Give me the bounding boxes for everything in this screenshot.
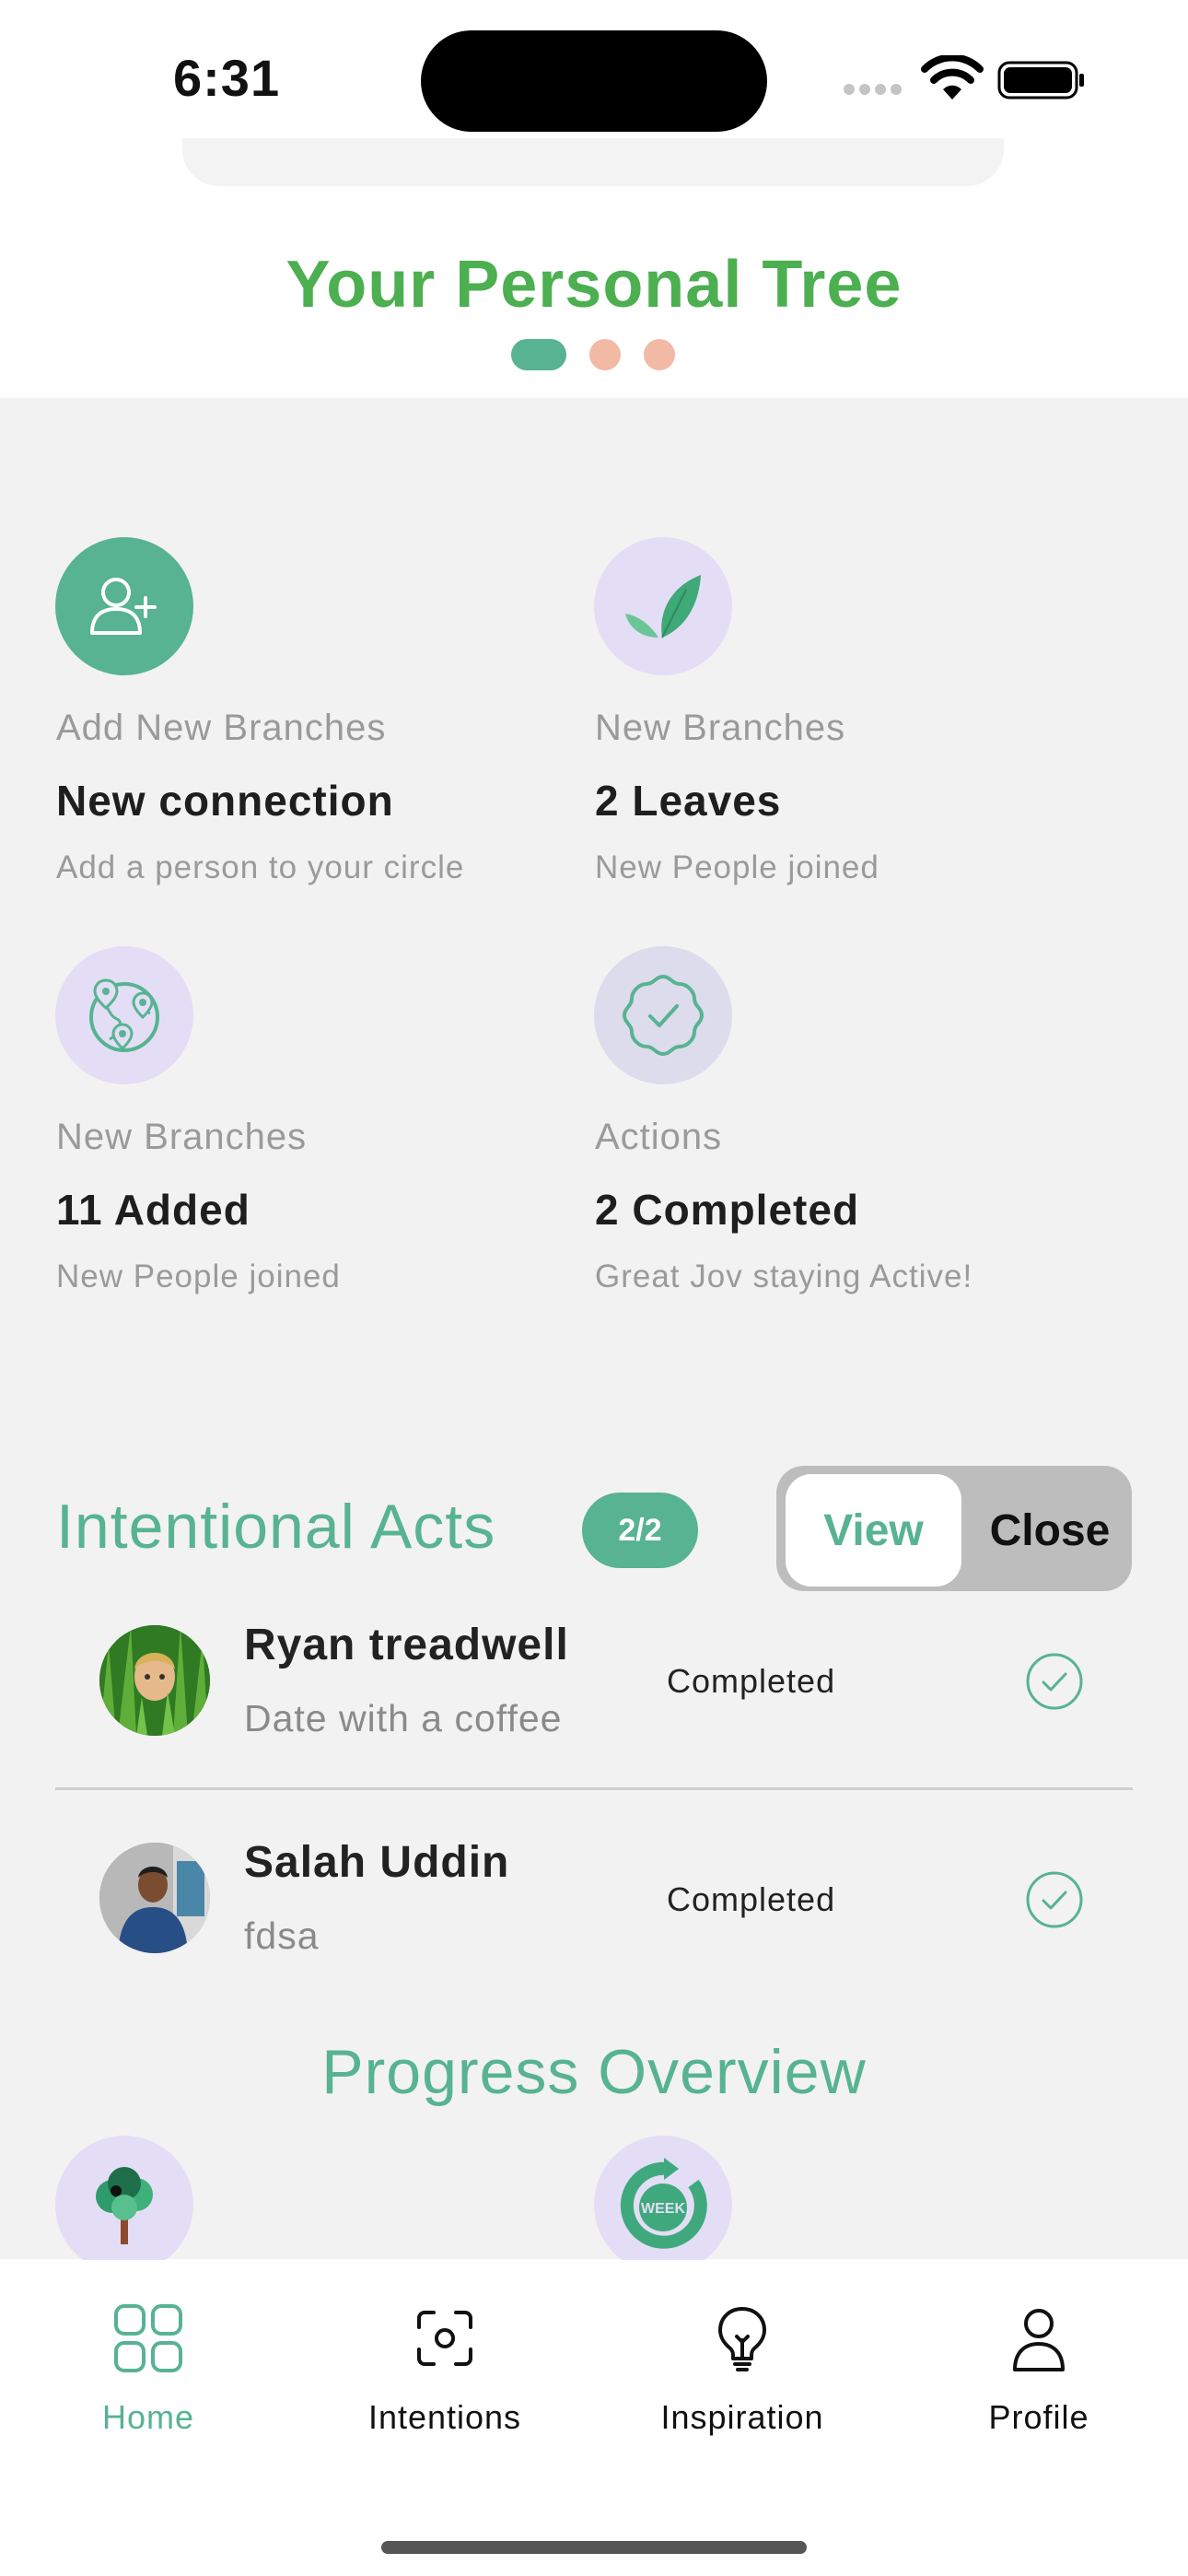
add-user-icon — [90, 578, 157, 635]
content-area — [0, 398, 1188, 2259]
status-time: 6:31 — [173, 49, 281, 107]
tab-intentions[interactable]: Intentions — [334, 2303, 555, 2437]
new-branches-stat — [594, 537, 732, 675]
home-indicator[interactable] — [381, 2541, 807, 2554]
progress-overview-title: Progress Overview — [321, 2037, 867, 2107]
tab-profile[interactable]: Profile — [928, 2303, 1149, 2437]
scan-icon — [417, 2311, 472, 2366]
tab-label: Inspiration — [660, 2398, 824, 2436]
avatar — [99, 1625, 210, 1736]
act-person-name: Ryan treadwell — [244, 1621, 569, 1669]
page-indicator-active[interactable] — [511, 339, 566, 370]
tab-label: Profile — [988, 2398, 1089, 2436]
battery-icon — [997, 61, 1084, 100]
avatar — [99, 1843, 210, 1953]
globe-pins-icon — [89, 978, 159, 1052]
tree-progress-circle — [55, 2136, 193, 2274]
stat-subtitle: New People joined — [595, 849, 879, 885]
check-circle-icon[interactable] — [1025, 1870, 1084, 1929]
act-person-name: Salah Uddin — [244, 1838, 510, 1887]
tab-label: Intentions — [367, 2398, 522, 2436]
stat-label: Actions — [595, 1117, 723, 1157]
actions-stat — [594, 946, 732, 1084]
stat-label: New Branches — [56, 1117, 308, 1157]
act-description: fdsa — [244, 1914, 320, 1957]
view-button[interactable]: View — [786, 1474, 961, 1587]
add-branch-button[interactable] — [55, 537, 193, 675]
act-status: Completed — [667, 1662, 836, 1700]
dynamic-island — [421, 30, 767, 132]
lightbulb-icon — [718, 2307, 766, 2371]
stat-subtitle: New People joined — [56, 1259, 341, 1294]
stat-value: New connection — [56, 777, 394, 825]
week-badge-text: WEEK — [641, 2201, 685, 2217]
tab-inspiration[interactable]: Inspiration — [632, 2303, 853, 2437]
week-cycle-icon: WEEK — [620, 2158, 707, 2249]
tab-label: Home — [101, 2398, 195, 2436]
search-bar-remnant[interactable] — [182, 138, 1004, 186]
page-indicator-dot[interactable] — [589, 339, 621, 370]
list-divider — [55, 1787, 1133, 1790]
stat-subtitle: Add a person to your circle — [56, 849, 465, 885]
act-status: Completed — [667, 1880, 836, 1918]
stat-value: 2 Leaves — [595, 777, 782, 825]
grid-icon — [114, 2304, 182, 2372]
cellular-signal-icon — [844, 84, 902, 95]
stat-subtitle: Great Jov staying Active! — [595, 1259, 973, 1294]
stat-label: New Branches — [595, 708, 846, 748]
added-branches-stat — [55, 946, 193, 1084]
page-title: Your Personal Tree — [285, 248, 903, 322]
intentional-acts-title: Intentional Acts — [56, 1492, 496, 1562]
wifi-icon — [921, 55, 984, 100]
stat-label: Add New Branches — [56, 708, 387, 748]
tab-home[interactable]: Home — [38, 2303, 259, 2437]
close-button[interactable]: Close — [967, 1474, 1133, 1587]
week-progress-circle: WEEK — [594, 2136, 732, 2274]
person-icon — [1013, 2309, 1065, 2371]
badge-check-icon — [622, 974, 705, 1057]
page-indicator-dot[interactable] — [644, 339, 675, 370]
acts-count-badge: 2/2 — [582, 1493, 698, 1568]
stat-value: 11 Added — [56, 1186, 250, 1234]
leaf-icon — [625, 575, 701, 638]
tree-icon — [96, 2167, 153, 2244]
act-description: Date with a coffee — [244, 1697, 563, 1739]
check-circle-icon[interactable] — [1025, 1652, 1084, 1711]
stat-value: 2 Completed — [595, 1186, 860, 1234]
